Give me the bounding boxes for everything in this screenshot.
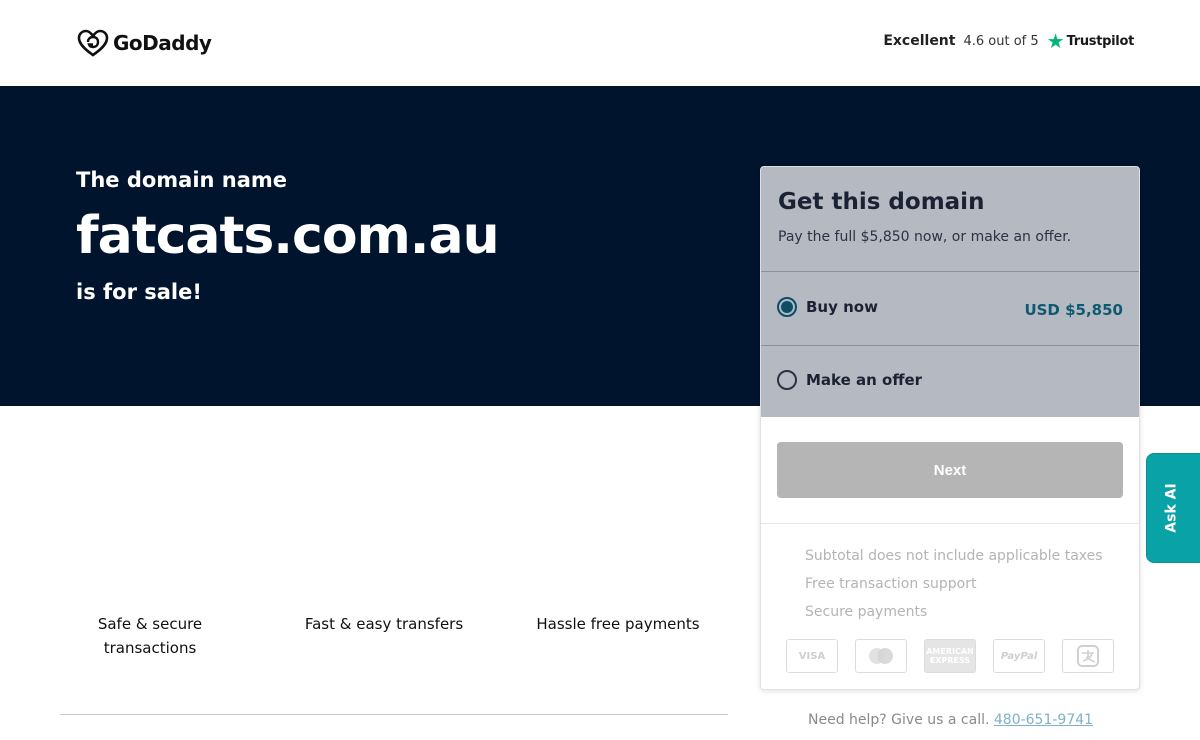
- card-divider: [761, 345, 1139, 346]
- option-make-offer[interactable]: Make an offer: [777, 370, 922, 390]
- trustpilot-rating[interactable]: Excellent 4.6 out of 5 ★ Trustpilot: [883, 29, 1135, 53]
- section-divider: [60, 714, 728, 715]
- make-offer-label: Make an offer: [806, 371, 923, 389]
- godaddy-heart-icon: [77, 29, 109, 57]
- payment-methods: VISA AMERICAN EXPRESS PayPal: [786, 639, 1114, 673]
- visa-icon: VISA: [786, 639, 838, 673]
- buy-now-price: USD $5,850: [1024, 301, 1123, 319]
- card-divider: [761, 523, 1139, 524]
- next-button[interactable]: Next: [777, 442, 1123, 498]
- info-transaction-support: Free transaction support: [805, 576, 977, 592]
- logo-wordmark: GoDaddy: [113, 31, 212, 55]
- trustpilot-score: 4.6 out of 5: [963, 33, 1039, 49]
- ask-ai-label: Ask AI: [1164, 483, 1180, 533]
- site-header: GoDaddy Excellent 4.6 out of 5 ★ Trustpi…: [0, 0, 1200, 86]
- mastercard-icon: [855, 639, 907, 673]
- alipay-icon: [1062, 639, 1114, 673]
- info-secure-payments: Secure payments: [805, 604, 928, 620]
- trustpilot-star-icon: ★: [1046, 29, 1065, 53]
- feature-safe-secure: Safe & secure transactions: [97, 615, 203, 657]
- feature-hassle-free: Hassle free payments: [536, 615, 700, 633]
- buy-now-label: Buy now: [806, 298, 878, 316]
- card-divider: [761, 271, 1139, 272]
- purchase-card: Get this domain Pay the full $5,850 now,…: [760, 166, 1140, 690]
- card-title: Get this domain: [778, 189, 985, 215]
- option-buy-now[interactable]: Buy now: [777, 297, 878, 317]
- godaddy-logo[interactable]: GoDaddy: [77, 29, 212, 57]
- domain-name-title: fatcats.com.au: [76, 206, 500, 266]
- make-offer-radio[interactable]: [777, 370, 797, 390]
- hero-intro: The domain name: [76, 168, 288, 192]
- amex-icon: AMERICAN EXPRESS: [924, 639, 976, 673]
- buy-now-radio[interactable]: [777, 297, 797, 317]
- trustpilot-rating-word: Excellent: [883, 33, 956, 49]
- ask-ai-button[interactable]: Ask AI: [1146, 453, 1200, 563]
- hero-for-sale: is for sale!: [76, 280, 202, 304]
- card-subtitle: Pay the full $5,850 now, or make an offe…: [778, 229, 1072, 245]
- feature-fast-transfers: Fast & easy transfers: [304, 615, 464, 633]
- help-line: Need help? Give us a call. 480-651-9741: [808, 712, 1093, 728]
- paypal-icon: PayPal: [993, 639, 1045, 673]
- trustpilot-brand: Trustpilot: [1066, 33, 1135, 49]
- help-phone-link[interactable]: 480-651-9741: [994, 712, 1093, 728]
- info-taxes: Subtotal does not include applicable tax…: [805, 548, 1103, 564]
- help-text: Need help? Give us a call.: [808, 712, 990, 728]
